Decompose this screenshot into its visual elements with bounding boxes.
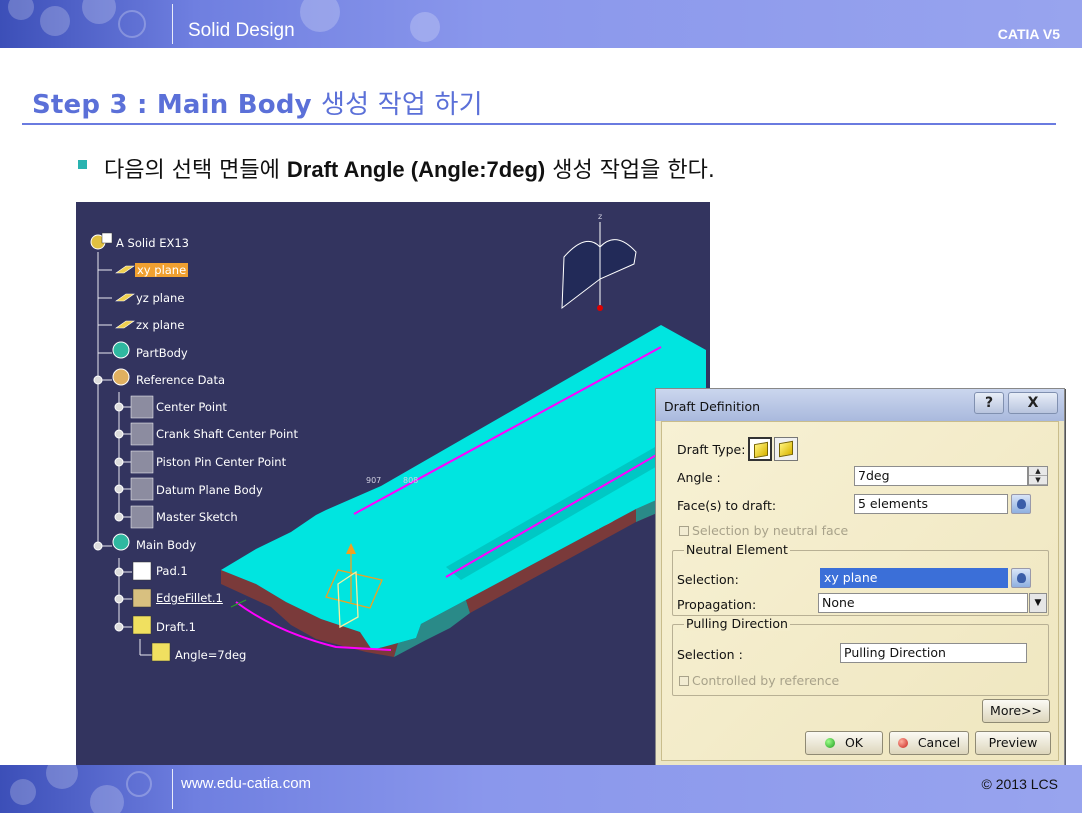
- controlled-by-reference-checkbox[interactable]: [679, 676, 689, 686]
- draft-type-variable-button[interactable]: [774, 437, 798, 461]
- neutral-selection-input[interactable]: xy plane: [820, 568, 1008, 588]
- decorative-ring: [126, 771, 152, 797]
- tree-root[interactable]: A Solid EX13: [116, 236, 189, 250]
- tree-item-angle[interactable]: Angle=7deg: [175, 648, 246, 662]
- decorative-ring: [118, 10, 146, 38]
- decorative-circle: [40, 6, 70, 36]
- close-button[interactable]: X: [1008, 392, 1058, 414]
- draft-type-label: Draft Type:: [677, 442, 746, 457]
- axis-y-label: 808: [403, 476, 419, 485]
- cancel-button[interactable]: Cancel: [889, 731, 969, 755]
- spin-up-icon[interactable]: ▲: [1029, 467, 1047, 476]
- angle-input[interactable]: 7deg: [854, 466, 1028, 486]
- part-model: [221, 325, 710, 657]
- title-divider: [22, 123, 1056, 125]
- dialog-title: Draft Definition: [664, 399, 761, 414]
- controlled-check-label: Controlled by reference: [692, 673, 840, 688]
- chevron-down-icon[interactable]: ▼: [1029, 593, 1047, 613]
- tree-item-pad[interactable]: Pad.1: [156, 564, 188, 578]
- decorative-circle: [8, 0, 34, 20]
- neutral-face-checkbox[interactable]: [679, 526, 689, 536]
- tree-item-draft[interactable]: Draft.1: [156, 620, 196, 634]
- tree-item-partbody[interactable]: PartBody: [136, 346, 188, 360]
- decorative-circle: [300, 0, 340, 32]
- tree-item-crank-shaft[interactable]: Crank Shaft Center Point: [156, 427, 298, 441]
- bottom-banner: www.edu-catia.com © 2013 LCS: [0, 765, 1082, 813]
- page-title: Step 3 : Main Body 생성 작업 하기: [32, 84, 483, 121]
- decorative-circle: [46, 765, 78, 789]
- decorative-circle: [82, 0, 116, 24]
- step-label: Step 3 : Main Body: [32, 90, 312, 120]
- draft-definition-dialog: Draft Definition ? X Draft Type: Angle :…: [655, 388, 1065, 768]
- neutral-element-title: Neutral Element: [684, 542, 790, 557]
- banner-divider: [172, 4, 173, 44]
- pulling-direction-title: Pulling Direction: [684, 616, 790, 631]
- tree-item-center-point[interactable]: Center Point: [156, 400, 227, 414]
- instruction-pre: 다음의 선택 면들에: [104, 158, 280, 183]
- section-title: Solid Design: [188, 20, 295, 41]
- axis-x-label: 907: [366, 476, 382, 485]
- tree-item-zx-plane[interactable]: zx plane: [136, 318, 184, 332]
- tree-item-master-sketch[interactable]: Master Sketch: [156, 510, 238, 524]
- propagation-label: Propagation:: [677, 597, 757, 612]
- draft-type-constant-button[interactable]: [748, 437, 772, 461]
- root-gear-icon: [90, 232, 113, 250]
- step-subtitle: 생성 작업 하기: [321, 90, 483, 120]
- decorative-circle: [10, 779, 36, 805]
- faces-input[interactable]: 5 elements: [854, 494, 1008, 514]
- pulling-selection-label: Selection :: [677, 647, 743, 662]
- tree-item-yz-plane[interactable]: yz plane: [136, 291, 184, 305]
- preview-button[interactable]: Preview: [975, 731, 1051, 755]
- bullet-icon: [78, 160, 87, 169]
- dialog-titlebar[interactable]: Draft Definition ? X: [656, 389, 1064, 421]
- propagation-select[interactable]: None: [818, 593, 1028, 613]
- decorative-circle: [410, 12, 440, 42]
- faces-pick-icon[interactable]: [1011, 494, 1031, 514]
- ok-button[interactable]: OK: [805, 731, 883, 755]
- instruction-text: 다음의 선택 면들에 Draft Angle (Angle:7deg) 생성 작…: [104, 152, 715, 184]
- catia-viewport[interactable]: 907 808 z A Solid EX13 xy plane yz plane…: [76, 202, 710, 769]
- cancel-label: Cancel: [917, 735, 961, 750]
- cube-icon: [754, 441, 768, 459]
- footer-url[interactable]: www.edu-catia.com: [181, 775, 311, 792]
- plane-icons: [115, 265, 135, 329]
- spin-down-icon[interactable]: ▼: [1029, 476, 1047, 485]
- cube-icon: [779, 440, 793, 458]
- instruction-bold: Draft Angle (Angle:7deg): [286, 157, 546, 182]
- tree-item-edgefillet[interactable]: EdgeFillet.1: [156, 591, 223, 605]
- neutral-face-check-label: Selection by neutral face: [692, 523, 849, 538]
- more-button[interactable]: More>>: [982, 699, 1050, 723]
- tree-item-xy-plane[interactable]: xy plane: [135, 263, 189, 277]
- tree-item-datum-plane[interactable]: Datum Plane Body: [156, 483, 263, 497]
- decorative-circle: [90, 785, 124, 813]
- top-banner: Solid Design CATIA V5: [0, 0, 1082, 48]
- brand-label: CATIA V5: [997, 26, 1060, 42]
- angle-spinner[interactable]: ▲ ▼: [1028, 466, 1048, 486]
- instruction-post: 생성 작업을 한다.: [552, 158, 715, 183]
- cancel-icon: [897, 738, 908, 748]
- footer-copyright: © 2013 LCS: [981, 776, 1058, 792]
- compass-z-label: z: [598, 212, 603, 221]
- ok-icon: [824, 738, 835, 748]
- pulling-selection-input[interactable]: Pulling Direction: [840, 643, 1027, 663]
- neutral-pick-icon[interactable]: [1011, 568, 1031, 588]
- tree-item-piston-pin[interactable]: Piston Pin Center Point: [156, 455, 286, 469]
- help-button[interactable]: ?: [974, 392, 1004, 414]
- banner-divider: [172, 769, 173, 809]
- tree-item-main-body[interactable]: Main Body: [136, 538, 196, 552]
- angle-label: Angle :: [677, 470, 721, 485]
- dialog-body: Draft Type: Angle : 7deg ▲ ▼ Face(s) to d…: [661, 421, 1059, 761]
- ok-label: OK: [844, 735, 864, 750]
- faces-label: Face(s) to draft:: [677, 498, 777, 513]
- tree-item-reference-data[interactable]: Reference Data: [136, 373, 225, 387]
- neutral-selection-label: Selection:: [677, 572, 739, 587]
